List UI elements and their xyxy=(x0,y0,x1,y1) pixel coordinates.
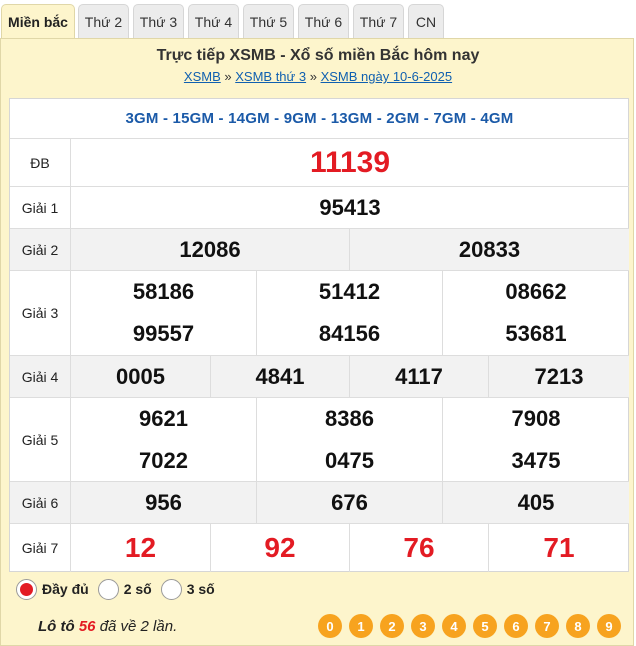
g3-number: 08662 xyxy=(443,271,629,313)
g4-number: 7213 xyxy=(489,356,629,398)
radio-icon[interactable] xyxy=(98,579,119,600)
option-2-digits[interactable]: 2 số xyxy=(98,579,152,600)
results-table: 3GM - 15GM - 14GM - 9GM - 13GM - 2GM - 7… xyxy=(9,98,629,572)
tab-thu-6[interactable]: Thứ 6 xyxy=(298,4,349,38)
breadcrumb-xsmb[interactable]: XSMB xyxy=(184,69,221,84)
g5-number: 0475 xyxy=(257,440,443,482)
prize-label-g5: Giải 5 xyxy=(10,398,71,482)
prize-label-g4: Giải 4 xyxy=(10,356,71,398)
g7-number: 92 xyxy=(211,524,350,572)
digit-6-button[interactable]: 6 xyxy=(504,614,528,638)
digit-0-button[interactable]: 0 xyxy=(318,614,342,638)
loto-prefix: Lô tô xyxy=(38,618,75,635)
special-prize-number: 11139 xyxy=(71,139,629,187)
option-full[interactable]: Đầy đủ xyxy=(16,579,89,600)
tab-thu-5[interactable]: Thứ 5 xyxy=(243,4,294,38)
g5-number: 7908 xyxy=(443,398,629,440)
digit-3-button[interactable]: 3 xyxy=(411,614,435,638)
digit-4-button[interactable]: 4 xyxy=(442,614,466,638)
g7-number: 71 xyxy=(489,524,629,572)
radio-selected-icon[interactable] xyxy=(16,579,37,600)
g5-number: 8386 xyxy=(257,398,443,440)
breadcrumb-xsmb-date[interactable]: XSMB ngày 10-6-2025 xyxy=(321,69,453,84)
prize-codes: 3GM - 15GM - 14GM - 9GM - 13GM - 2GM - 7… xyxy=(10,99,629,139)
prize-label-g2: Giải 2 xyxy=(10,229,71,271)
g2-number: 20833 xyxy=(350,229,629,271)
g6-number: 405 xyxy=(443,482,629,524)
g3-number: 84156 xyxy=(257,313,443,356)
results-header: Trực tiếp XSMB - Xổ số miền Bắc hôm nay … xyxy=(0,38,636,94)
g7-number: 12 xyxy=(71,524,211,572)
g3-number: 58186 xyxy=(71,271,257,313)
digit-8-button[interactable]: 8 xyxy=(566,614,590,638)
digit-9-button[interactable]: 9 xyxy=(597,614,621,638)
option-label: 3 số xyxy=(187,581,215,597)
prize-label-g1: Giải 1 xyxy=(10,187,71,229)
g3-number: 99557 xyxy=(71,313,257,356)
tab-thu-4[interactable]: Thứ 4 xyxy=(188,4,239,38)
breadcrumb-separator: » xyxy=(310,69,317,84)
g6-number: 956 xyxy=(71,482,257,524)
loto-number: 56 xyxy=(79,618,96,635)
g3-number: 53681 xyxy=(443,313,629,356)
option-3-digits[interactable]: 3 số xyxy=(161,579,215,600)
prize-label-g6: Giải 6 xyxy=(10,482,71,524)
g1-number: 95413 xyxy=(71,187,629,229)
digit-2-button[interactable]: 2 xyxy=(380,614,404,638)
prize-label-db: ĐB xyxy=(10,139,71,187)
tab-thu-2[interactable]: Thứ 2 xyxy=(78,4,129,38)
loto-summary: Lô tô 56 đã về 2 lần. 0 1 2 3 4 5 6 7 8 … xyxy=(9,608,629,644)
loto-text: Lô tô 56 đã về 2 lần. xyxy=(38,618,177,635)
g7-number: 76 xyxy=(350,524,489,572)
region-tabs: Miền bắc Thứ 2 Thứ 3 Thứ 4 Thứ 5 Thứ 6 T… xyxy=(0,0,636,38)
loto-suffix: đã về 2 lần. xyxy=(100,618,178,635)
radio-icon[interactable] xyxy=(161,579,182,600)
g5-number: 9621 xyxy=(71,398,257,440)
g2-number: 12086 xyxy=(71,229,350,271)
g4-number: 4841 xyxy=(211,356,350,398)
digit-5-button[interactable]: 5 xyxy=(473,614,497,638)
tab-thu-7[interactable]: Thứ 7 xyxy=(353,4,404,38)
prize-label-g7: Giải 7 xyxy=(10,524,71,572)
page-title: Trực tiếp XSMB - Xổ số miền Bắc hôm nay xyxy=(0,47,636,65)
digit-1-button[interactable]: 1 xyxy=(349,614,373,638)
display-options: Đầy đủ 2 số 3 số xyxy=(9,573,629,605)
g6-number: 676 xyxy=(257,482,443,524)
prize-label-g3: Giải 3 xyxy=(10,271,71,356)
g4-number: 0005 xyxy=(71,356,211,398)
option-label: Đầy đủ xyxy=(42,581,89,597)
breadcrumb-separator: » xyxy=(224,69,231,84)
g4-number: 4117 xyxy=(350,356,489,398)
breadcrumb-xsmb-thu-3[interactable]: XSMB thứ 3 xyxy=(235,69,306,84)
g3-number: 51412 xyxy=(257,271,443,313)
tab-cn[interactable]: CN xyxy=(408,4,444,38)
g5-number: 3475 xyxy=(443,440,629,482)
tab-mien-bac[interactable]: Miền bắc xyxy=(1,4,75,39)
option-label: 2 số xyxy=(124,581,152,597)
tab-thu-3[interactable]: Thứ 3 xyxy=(133,4,184,38)
digit-7-button[interactable]: 7 xyxy=(535,614,559,638)
g5-number: 7022 xyxy=(71,440,257,482)
breadcrumb: XSMB » XSMB thứ 3 » XSMB ngày 10-6-2025 xyxy=(0,69,636,84)
